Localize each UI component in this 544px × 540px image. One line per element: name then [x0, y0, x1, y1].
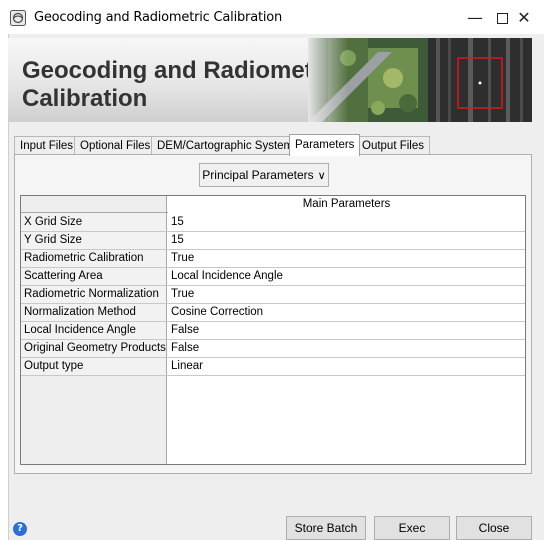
table-row: Original Geometry Products False: [21, 340, 525, 358]
param-name: Scattering Area: [21, 268, 167, 285]
header-banner: Geocoding and Radiometric Calibration: [8, 38, 532, 122]
table-row: Y Grid Size 15: [21, 232, 525, 250]
tab-output-files[interactable]: Output Files: [356, 136, 430, 156]
store-batch-button[interactable]: Store Batch: [286, 516, 366, 540]
param-name: Output type: [21, 358, 167, 375]
tab-dem-cartographic-system[interactable]: DEM/Cartographic System: [151, 136, 300, 156]
param-name: X Grid Size: [21, 214, 167, 231]
param-value[interactable]: 15: [169, 214, 525, 231]
param-name: Local Incidence Angle: [21, 322, 167, 339]
help-icon[interactable]: ?: [13, 522, 27, 536]
table-row: Radiometric Normalization True: [21, 286, 525, 304]
title-bar: Geocoding and Radiometric Calibration — …: [0, 0, 544, 34]
table-header: Main Parameters: [21, 196, 525, 213]
table-row: Radiometric Calibration True: [21, 250, 525, 268]
param-value[interactable]: Linear: [169, 358, 525, 375]
param-value[interactable]: True: [169, 250, 525, 267]
close-window-button[interactable]: ✕: [509, 6, 539, 30]
window-title: Geocoding and Radiometric Calibration: [34, 10, 283, 25]
dropdown-value: Principal Parameters: [202, 168, 314, 182]
parameters-table: Main Parameters X Grid Size 15 Y Grid Si…: [20, 195, 526, 465]
maximize-button[interactable]: [497, 13, 508, 24]
minimize-button[interactable]: —: [460, 6, 490, 30]
table-row: X Grid Size 15: [21, 214, 525, 232]
param-value[interactable]: False: [169, 340, 525, 357]
satellite-image: [308, 38, 532, 122]
param-value[interactable]: True: [169, 286, 525, 303]
table-row: Local Incidence Angle False: [21, 322, 525, 340]
table-row: Scattering Area Local Incidence Angle: [21, 268, 525, 286]
param-name: Y Grid Size: [21, 232, 167, 249]
param-name: Normalization Method: [21, 304, 167, 321]
app-icon: [10, 10, 26, 26]
param-value[interactable]: Cosine Correction: [169, 304, 525, 321]
exec-button[interactable]: Exec: [374, 516, 450, 540]
tab-input-files[interactable]: Input Files: [14, 136, 80, 156]
parameter-group-select[interactable]: Principal Parameters ∨: [199, 163, 329, 187]
banner-title: Geocoding and Radiometric Calibration: [22, 57, 343, 112]
table-row: Normalization Method Cosine Correction: [21, 304, 525, 322]
param-name: Radiometric Normalization: [21, 286, 167, 303]
param-name: Radiometric Calibration: [21, 250, 167, 267]
table-row: Output type Linear: [21, 358, 525, 376]
param-name: Original Geometry Products: [21, 340, 167, 357]
chevron-down-icon: ∨: [317, 170, 326, 182]
column-header-main-parameters: Main Parameters: [168, 196, 525, 213]
close-button[interactable]: Close: [456, 516, 532, 540]
tab-parameters[interactable]: Parameters: [289, 134, 361, 156]
param-value[interactable]: Local Incidence Angle: [169, 268, 525, 285]
param-value[interactable]: False: [169, 322, 525, 339]
param-value[interactable]: 15: [169, 232, 525, 249]
tab-optional-files[interactable]: Optional Files: [74, 136, 157, 156]
